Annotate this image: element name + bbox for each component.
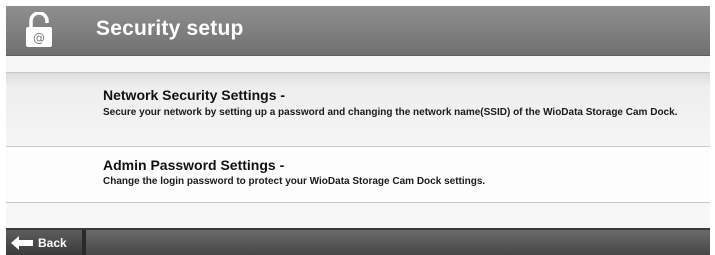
left-arrow-icon — [11, 236, 33, 250]
header-bar: @ Security setup — [6, 6, 710, 56]
admin-password-settings-item[interactable]: Admin Password Settings - Change the log… — [6, 146, 710, 202]
svg-text:@: @ — [33, 31, 45, 45]
footer-bar: Back — [6, 228, 710, 255]
back-button[interactable]: Back — [6, 230, 86, 255]
page-title: Security setup — [96, 17, 244, 40]
item-description: Change the login password to protect you… — [103, 176, 486, 187]
network-security-settings-item[interactable]: Network Security Settings - Secure your … — [6, 72, 710, 146]
item-description: Secure your network by setting up a pass… — [103, 107, 678, 118]
unlocked-padlock-icon: @ — [24, 11, 54, 48]
back-label: Back — [38, 236, 67, 250]
list-bottom-spacer — [6, 202, 710, 228]
item-title: Network Security Settings - — [103, 87, 286, 103]
settings-list: Network Security Settings - Secure your … — [6, 72, 710, 202]
item-title: Admin Password Settings - — [103, 157, 285, 173]
app-window: @ Security setup Network Security Settin… — [6, 6, 710, 255]
list-top-spacer — [6, 57, 710, 72]
